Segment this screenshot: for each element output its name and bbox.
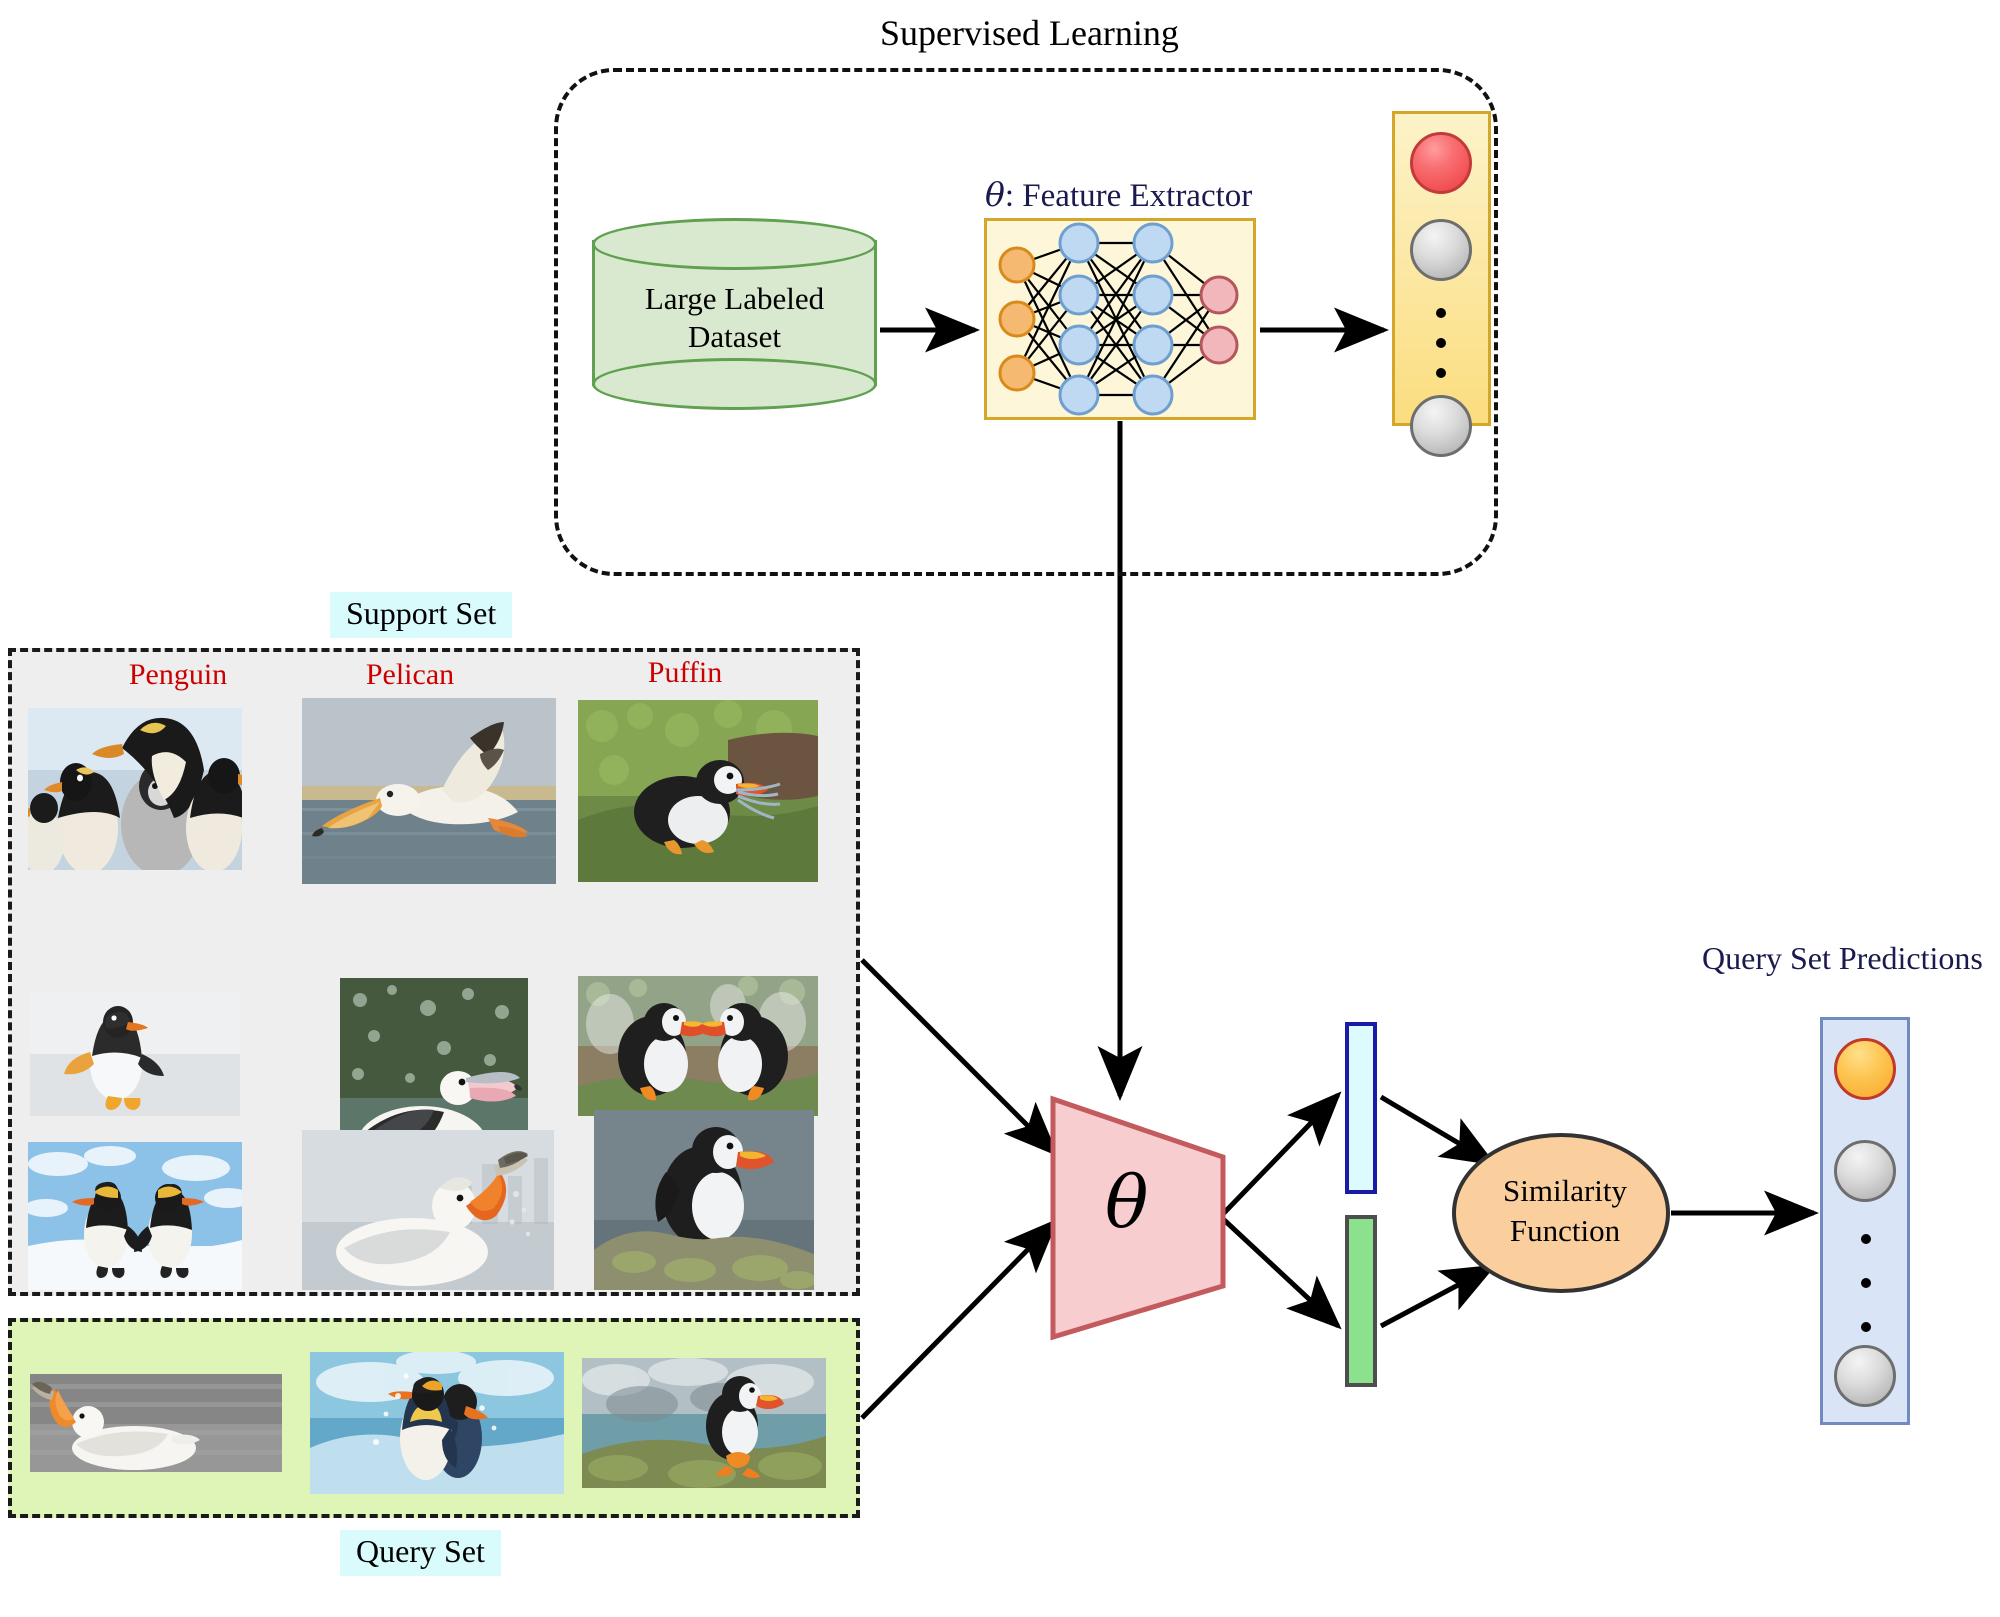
feature-extractor-title: θ: Feature Extractor (985, 175, 1252, 215)
similarity-label-line1: Similarity (1503, 1173, 1627, 1208)
class-label-penguin: Penguin (128, 658, 228, 691)
ellipsis-dot (1861, 1322, 1871, 1332)
arrow-query-to-theta (860, 1218, 1059, 1420)
similarity-function-label: Similarity Function (1456, 1171, 1674, 1250)
query-image-king-penguin-wave[interactable] (310, 1352, 564, 1494)
prediction-ball-grey-1 (1834, 1140, 1896, 1202)
diagram-canvas: Supervised Learning Large Labeled Datase… (0, 0, 2000, 1617)
support-image-puffin-with-fish[interactable] (578, 700, 818, 882)
ellipsis-dot (1861, 1278, 1871, 1288)
support-image-puffin-on-rock[interactable] (594, 1110, 814, 1290)
support-image-two-penguins-snow[interactable] (28, 1142, 242, 1290)
output-ball-red (1410, 132, 1472, 194)
cylinder-top-ellipse (592, 218, 877, 270)
classifier-output-column (1392, 111, 1491, 457)
query-set-predictions-title: Query Set Predictions (1702, 940, 1983, 976)
neural-network-graph (998, 222, 1239, 416)
ellipsis-dot (1436, 338, 1446, 348)
query-image-pelican-swimming[interactable] (30, 1374, 282, 1472)
nn-edges (1016, 241, 1220, 397)
query-set-tag: Query Set (340, 1530, 501, 1576)
theta-symbol-heading: θ (985, 175, 1005, 214)
dataset-label-line1: Large Labeled (644, 281, 825, 316)
large-labeled-dataset-cylinder: Large Labeled Dataset (592, 218, 877, 410)
class-label-pelican: Pelican (365, 658, 455, 691)
similarity-label-line2: Function (1509, 1212, 1621, 1248)
arrow-support-embedding-to-similarity (1379, 1094, 1497, 1166)
support-image-penguin-colony[interactable] (28, 708, 242, 870)
prediction-ball-orange (1834, 1038, 1896, 1100)
arrow-support-to-theta (860, 958, 1059, 1157)
support-image-pelican-flying[interactable] (302, 698, 556, 884)
ellipsis-dot (1436, 308, 1446, 318)
similarity-function-node: Similarity Function (1452, 1133, 1670, 1293)
prediction-ball-grey-2 (1834, 1345, 1896, 1407)
output-ball-grey-2 (1410, 395, 1472, 457)
cylinder-bottom-ellipse (592, 358, 877, 410)
ellipsis-dot (1861, 1234, 1871, 1244)
nn-hidden-nodes-2 (1132, 222, 1174, 416)
theta-encoder-label: θ (1105, 1160, 1149, 1244)
nn-output-nodes (1199, 275, 1239, 365)
supervised-learning-title: Supervised Learning (880, 13, 1179, 53)
dataset-label-line2: Dataset (688, 318, 781, 354)
query-set-predictions-column (1820, 1017, 1910, 1425)
ellipsis-dot (1436, 368, 1446, 378)
arrow-query-embedding-to-similarity (1379, 1264, 1497, 1329)
support-image-two-puffins[interactable] (578, 976, 818, 1116)
support-embedding-bar (1345, 1022, 1377, 1194)
output-ball-grey-1 (1410, 219, 1472, 281)
query-embedding-bar (1345, 1215, 1377, 1387)
support-image-gentoo-penguin[interactable] (30, 992, 240, 1116)
arrow-theta-to-query-embedding (1220, 1216, 1342, 1330)
nn-hidden-nodes-1 (1058, 222, 1100, 416)
arrow-theta-to-support-embedding (1220, 1091, 1342, 1217)
neural-network-panel (984, 218, 1256, 420)
dataset-label: Large Labeled Dataset (592, 280, 877, 356)
support-set-tag: Support Set (330, 592, 513, 638)
support-image-pelican-catching-fish[interactable] (302, 1130, 554, 1290)
feature-extractor-text: : Feature Extractor (1004, 178, 1253, 214)
nn-input-nodes (998, 246, 1036, 392)
query-image-puffin-cliff[interactable] (582, 1358, 826, 1488)
class-label-puffin: Puffin (647, 656, 723, 689)
